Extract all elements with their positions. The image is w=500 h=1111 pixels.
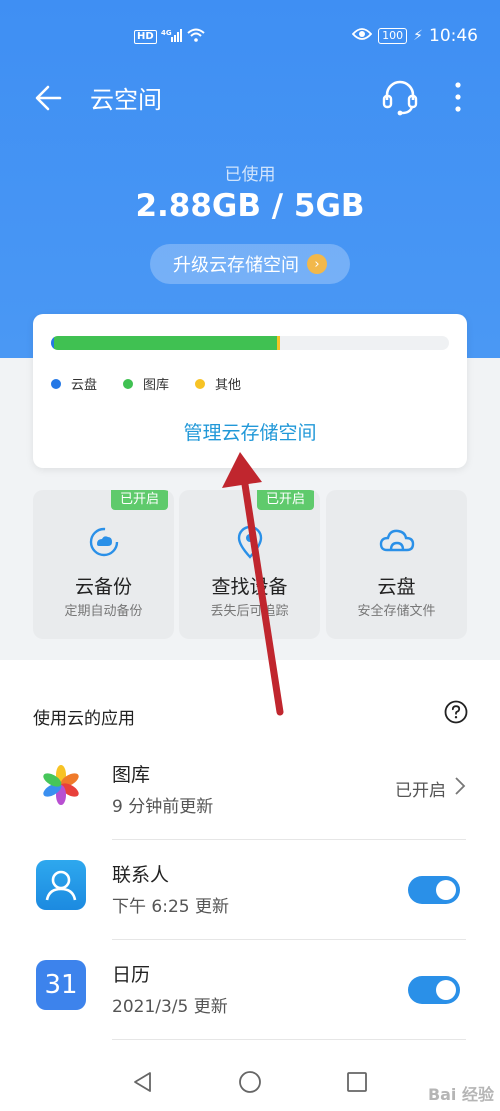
svg-text:4G: 4G: [161, 29, 172, 37]
toggle-knob: [436, 880, 456, 900]
app-status-label: 已开启: [395, 781, 446, 801]
section-title: 使用云的应用: [33, 709, 135, 729]
storage-segment-gallery: [54, 336, 277, 350]
app-name: 联系人: [112, 864, 170, 886]
watermark: Bai 经验: [427, 1085, 494, 1104]
app-row-calendar: 31 日历 2021/3/5 更新: [0, 940, 500, 1040]
battery-icon: 100: [378, 28, 408, 44]
eye-icon: [351, 26, 373, 46]
legend-dot: [195, 378, 206, 389]
location-pin-icon: [232, 524, 268, 560]
tile-title: 查找设备: [211, 576, 288, 598]
usage-value: 2.88GB / 5GB: [135, 188, 365, 224]
page-title: 云空间: [90, 86, 162, 114]
signal-icon: 4G: [161, 28, 183, 45]
cloud-icon: [379, 524, 415, 560]
app-updated: 9 分钟前更新: [112, 797, 214, 817]
nav-back-icon[interactable]: [131, 1070, 155, 1094]
legend-item-other: 其他: [195, 374, 241, 393]
contacts-sync-toggle[interactable]: [408, 876, 460, 904]
chevron-right-icon: ›: [307, 254, 327, 274]
app-updated: 下午 6:25 更新: [112, 897, 229, 917]
legend-item-cloud-drive: 云盘: [51, 374, 97, 393]
tile-title: 云盘: [377, 576, 416, 598]
status-badge: 已开启: [110, 490, 168, 510]
calendar-icon: 31: [36, 960, 86, 1010]
tile-cloud-backup[interactable]: 已开启 云备份 定期自动备份: [33, 490, 174, 639]
status-bar: HD 4G 100 ⚡ 10:46: [0, 0, 500, 74]
system-indicators: 100 ⚡ 10:46: [351, 26, 478, 46]
chevron-right-icon: [454, 776, 466, 801]
storage-card: 云盘 图库 其他 管理云存储空间: [33, 314, 467, 468]
headset-icon[interactable]: [380, 76, 420, 118]
status-badge: 已开启: [256, 490, 314, 510]
help-circle-icon[interactable]: [444, 700, 468, 724]
cloud-apps-section: 使用云的应用 图库 9 分钟前更新 已开启 联系人 下午 6:25 更新 31 …: [0, 672, 500, 1042]
contacts-icon: [36, 860, 86, 910]
clock: 10:46: [429, 26, 478, 46]
usage-label: 已使用: [224, 165, 276, 185]
legend-label: 图库: [143, 378, 170, 393]
tile-find-device[interactable]: 已开启 查找设备 丢失后可追踪: [179, 490, 320, 639]
upgrade-storage-button[interactable]: 升级云存储空间 ›: [150, 244, 350, 284]
app-updated: 2021/3/5 更新: [112, 997, 228, 1017]
legend-dot: [123, 378, 134, 389]
tile-subtitle: 丢失后可追踪: [210, 604, 289, 619]
nav-recents-icon[interactable]: [345, 1070, 369, 1094]
manage-storage-link[interactable]: 管理云存储空间: [33, 418, 467, 445]
legend-dot: [51, 378, 61, 389]
charging-icon: ⚡: [413, 28, 423, 44]
storage-segment-other: [277, 336, 280, 350]
tile-subtitle: 定期自动备份: [64, 604, 143, 619]
nav-home-icon[interactable]: [238, 1070, 262, 1094]
hd-icon: HD: [134, 29, 157, 44]
legend-label: 云盘: [71, 378, 98, 393]
more-vertical-icon[interactable]: [446, 76, 470, 118]
gallery-icon: [36, 760, 86, 810]
calendar-sync-toggle[interactable]: [408, 976, 460, 1004]
app-status: 已开启: [395, 776, 466, 801]
cloud-backup-icon: [86, 524, 122, 560]
tile-cloud-drive[interactable]: 云盘 安全存储文件: [326, 490, 467, 639]
legend-label: 其他: [215, 378, 242, 393]
app-name: 日历: [112, 964, 151, 986]
legend-item-gallery: 图库: [123, 374, 169, 393]
app-row-contacts: 联系人 下午 6:25 更新: [0, 840, 500, 940]
app-name: 图库: [112, 764, 151, 786]
wifi-icon: [187, 28, 205, 45]
network-indicators: HD 4G: [134, 28, 205, 45]
tile-subtitle: 安全存储文件: [357, 604, 436, 619]
navigation-bar: [0, 1050, 500, 1111]
toggle-knob: [436, 980, 456, 1000]
back-arrow-icon[interactable]: [30, 78, 70, 118]
storage-legend: 云盘 图库 其他: [51, 374, 267, 393]
app-row-gallery[interactable]: 图库 9 分钟前更新 已开启: [0, 740, 500, 840]
upgrade-storage-label: 升级云存储空间: [173, 255, 299, 276]
title-bar: 云空间: [0, 74, 500, 120]
divider: [112, 1039, 466, 1040]
storage-usage-bar: [51, 336, 449, 350]
tile-title: 云备份: [74, 576, 132, 598]
